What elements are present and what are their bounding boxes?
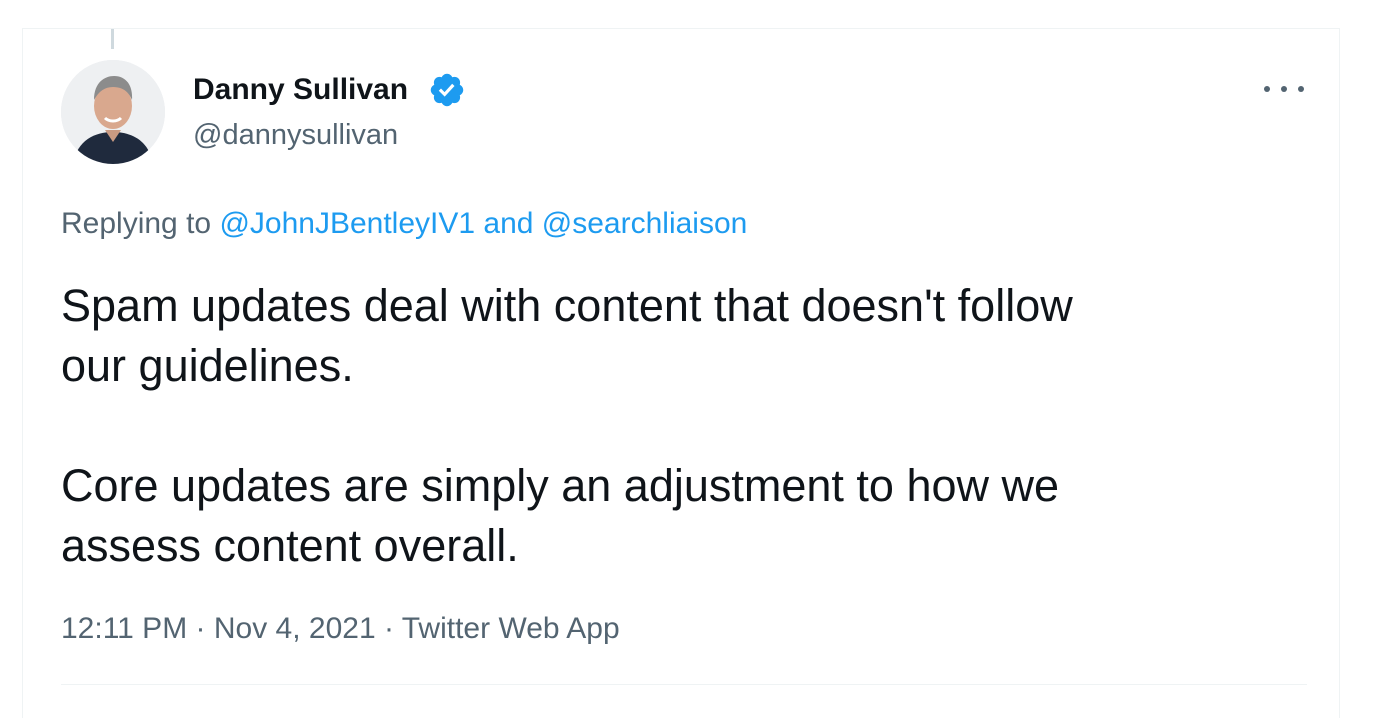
divider bbox=[61, 684, 1307, 685]
meta-separator: · bbox=[187, 612, 214, 645]
more-options-icon[interactable] bbox=[1264, 76, 1304, 102]
replying-to-line: Replying to @JohnJBentleyIV1 and @search… bbox=[61, 205, 747, 243]
tweet-body: Spam updates deal with content that does… bbox=[61, 276, 1301, 576]
avatar-image bbox=[61, 60, 165, 164]
verified-badge-icon bbox=[430, 73, 464, 107]
reply-conjunction[interactable]: and bbox=[483, 207, 533, 240]
replying-to-label: Replying to bbox=[61, 207, 212, 240]
more-dot bbox=[1264, 86, 1270, 92]
reply-mention-link-1[interactable]: @JohnJBentleyIV1 bbox=[219, 207, 475, 240]
tweet-text-line: Core updates are simply an adjustment to… bbox=[61, 460, 1060, 511]
more-dot bbox=[1298, 86, 1304, 92]
reply-mention-link-2[interactable]: @searchliaison bbox=[542, 207, 748, 240]
tweet-text-line: our guidelines. bbox=[61, 340, 354, 391]
tweet-metadata: 12:11 PM · Nov 4, 2021 · Twitter Web App bbox=[61, 610, 620, 648]
avatar[interactable] bbox=[61, 60, 165, 164]
tweet-source-link[interactable]: Twitter Web App bbox=[402, 612, 620, 645]
author-display-name[interactable]: Danny Sullivan bbox=[193, 72, 408, 108]
meta-separator: · bbox=[375, 612, 402, 645]
more-dot bbox=[1281, 86, 1287, 92]
tweet-time-link[interactable]: 12:11 PM bbox=[61, 612, 187, 645]
tweet-date-link[interactable]: Nov 4, 2021 bbox=[214, 612, 376, 645]
tweet-text-line: Spam updates deal with content that does… bbox=[61, 280, 1073, 331]
tweet-text-line: assess content overall. bbox=[61, 520, 519, 571]
author-handle[interactable]: @dannysullivan bbox=[193, 117, 398, 153]
thread-connector-line bbox=[111, 29, 114, 49]
paragraph-break bbox=[61, 396, 1301, 456]
